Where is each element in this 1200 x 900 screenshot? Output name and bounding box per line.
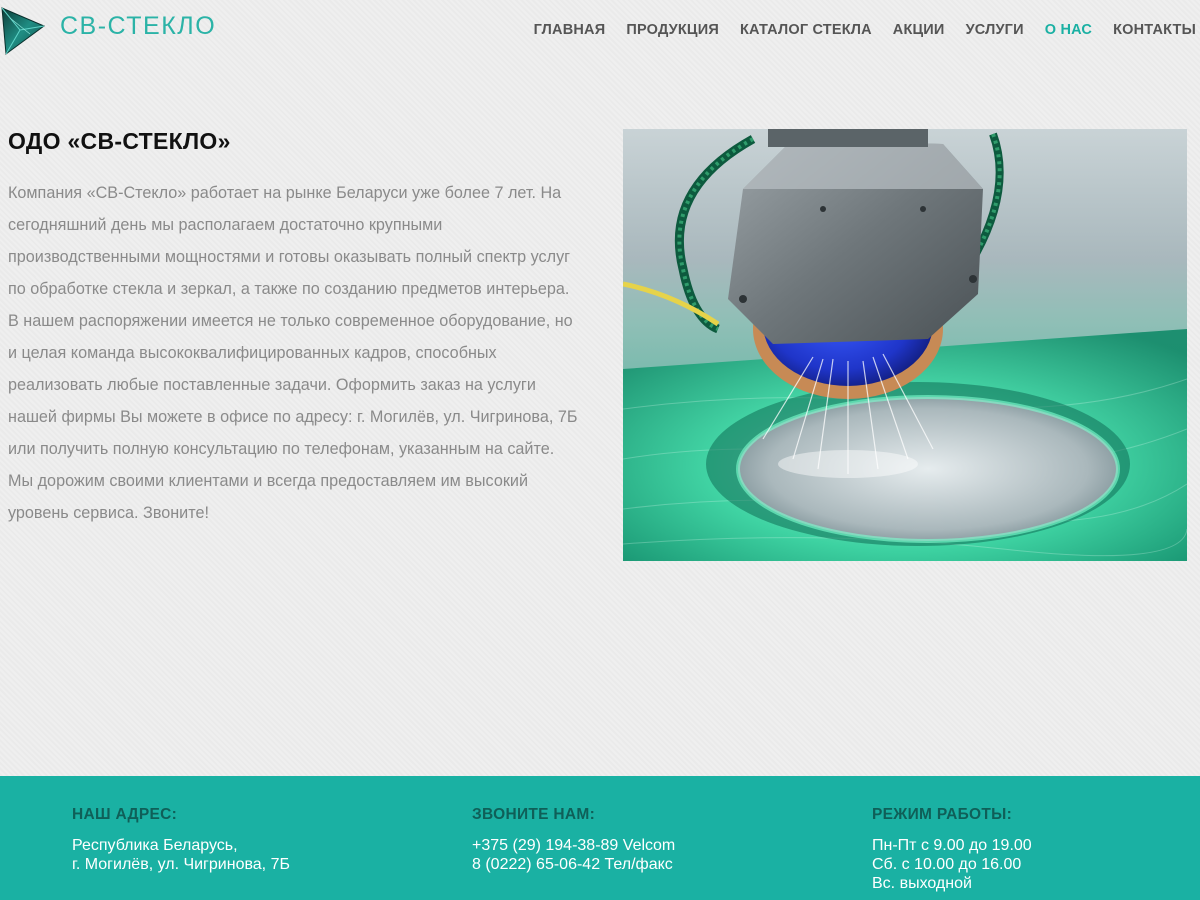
brand-name: СВ-СТЕКЛО	[60, 11, 217, 40]
site-footer: НАШ АДРЕС: Республика Беларусь, г. Могил…	[0, 776, 1200, 900]
nav-item-about[interactable]: О НАС	[1045, 22, 1092, 38]
footer-phones: ЗВОНИТЕ НАМ: +375 (29) 194-38-89 Velcom …	[472, 806, 832, 874]
page-title: ОДО «СВ-СТЕКЛО»	[8, 128, 231, 154]
glass-cutting-machine-image	[623, 129, 1187, 561]
nav-item-contacts[interactable]: КОНТАКТЫ	[1113, 22, 1196, 38]
phone-link[interactable]: 8 (0222) 65-06-42 Тел/факс	[472, 855, 832, 874]
phones-heading: ЗВОНИТЕ НАМ:	[472, 806, 596, 823]
footer-hours: РЕЖИМ РАБОТЫ: Пн-Пт с 9.00 до 19.00 Сб. …	[872, 806, 1200, 893]
hours-heading: РЕЖИМ РАБОТЫ:	[872, 806, 1013, 823]
logo[interactable]: СВ-СТЕКЛО	[0, 4, 216, 56]
address-line: г. Могилёв, ул. Чигринова, 7Б	[72, 856, 290, 873]
about-section: ОДО «СВ-СТЕКЛО» Компания «СВ-Стекло» раб…	[8, 128, 578, 529]
hours-line: Пн-Пт с 9.00 до 19.00	[872, 837, 1032, 854]
address-line: Республика Беларусь,	[72, 837, 238, 854]
triangle-glass-logo-icon	[1, 7, 45, 55]
address-heading: НАШ АДРЕС:	[72, 806, 178, 823]
phone-link[interactable]: +375 (29) 194-38-89 Velcom	[472, 836, 832, 855]
nav-item-products[interactable]: ПРОДУКЦИЯ	[626, 22, 719, 38]
main-nav: ГЛАВНАЯ ПРОДУКЦИЯ КАТАЛОГ СТЕКЛА АКЦИИ У…	[534, 22, 1196, 38]
site-header: СВ-СТЕКЛО ГЛАВНАЯ ПРОДУКЦИЯ КАТАЛОГ СТЕК…	[0, 0, 1200, 70]
hours-line: Сб. с 10.00 до 16.00	[872, 856, 1022, 873]
nav-item-promotions[interactable]: АКЦИИ	[893, 22, 945, 38]
footer-address: НАШ АДРЕС: Республика Беларусь, г. Могил…	[72, 806, 432, 874]
nav-item-home[interactable]: ГЛАВНАЯ	[534, 22, 606, 38]
nav-item-glass-catalog[interactable]: КАТАЛОГ СТЕКЛА	[740, 22, 872, 38]
nav-item-services[interactable]: УСЛУГИ	[966, 22, 1024, 38]
hours-line: Вс. выходной	[872, 875, 972, 892]
about-text: Компания «СВ-Стекло» работает на рынке Б…	[8, 184, 578, 522]
